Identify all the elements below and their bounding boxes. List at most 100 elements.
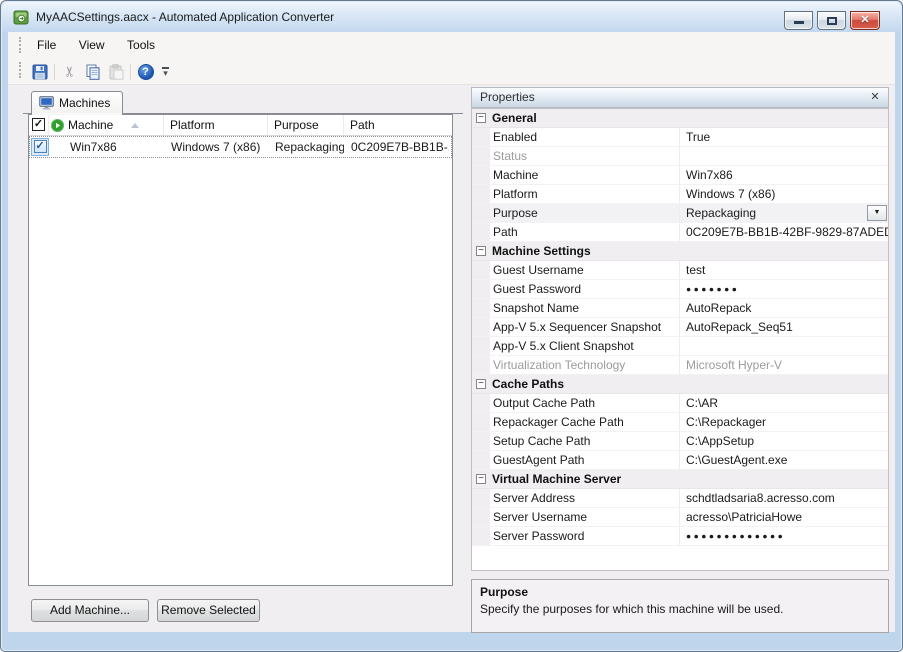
run-status-icon bbox=[51, 119, 64, 132]
property-help-text: Specify the purposes for which this mach… bbox=[480, 602, 880, 616]
property-indent bbox=[472, 432, 490, 450]
property-value[interactable]: C:\AppSetup bbox=[680, 432, 888, 450]
property-value[interactable]: AutoRepack_Seq51 bbox=[680, 318, 888, 336]
toolbar-grip[interactable] bbox=[19, 62, 22, 78]
properties-title: Properties bbox=[480, 90, 535, 104]
property-category[interactable]: −Machine Settings bbox=[472, 242, 888, 261]
property-value[interactable]: Windows 7 (x86) bbox=[680, 185, 888, 203]
property-value[interactable]: Repackaging bbox=[680, 204, 888, 222]
property-row[interactable]: App-V 5.x Client Snapshot bbox=[472, 337, 888, 356]
properties-close-button[interactable]: ✕ bbox=[868, 88, 882, 107]
property-value[interactable]: AutoRepack bbox=[680, 299, 888, 317]
toolbar-overflow-button[interactable]: ▾ bbox=[159, 61, 172, 83]
header-column-purpose[interactable]: Purpose bbox=[268, 115, 344, 135]
collapse-icon[interactable]: − bbox=[476, 246, 486, 256]
property-row[interactable]: PlatformWindows 7 (x86) bbox=[472, 185, 888, 204]
copy-button[interactable] bbox=[81, 61, 104, 83]
property-row[interactable]: Server Password●●●●●●●●●●●●● bbox=[472, 527, 888, 546]
property-label: App-V 5.x Sequencer Snapshot bbox=[490, 318, 680, 336]
category-label: Cache Paths bbox=[492, 375, 564, 393]
property-category[interactable]: −Virtual Machine Server bbox=[472, 470, 888, 489]
property-value[interactable]: True bbox=[680, 128, 888, 146]
tab-machines[interactable]: Machines bbox=[31, 91, 123, 114]
property-label: Path bbox=[490, 223, 680, 241]
property-label: Setup Cache Path bbox=[490, 432, 680, 450]
paste-icon bbox=[108, 64, 124, 80]
property-value[interactable] bbox=[680, 337, 888, 355]
property-value[interactable]: C:\Repackager bbox=[680, 413, 888, 431]
machine-list-row[interactable]: ✓Win7x86Windows 7 (x86)Repackaging0C209E… bbox=[29, 136, 452, 158]
menu-tools[interactable]: Tools bbox=[118, 32, 164, 58]
property-indent bbox=[472, 128, 490, 146]
remove-selected-button[interactable]: Remove Selected bbox=[157, 599, 260, 622]
cut-icon: ✂ bbox=[61, 66, 78, 78]
header-column-path[interactable]: Path bbox=[344, 115, 452, 135]
property-row[interactable]: Repackager Cache PathC:\Repackager bbox=[472, 413, 888, 432]
property-row[interactable]: Output Cache PathC:\AR bbox=[472, 394, 888, 413]
property-value[interactable] bbox=[680, 147, 888, 165]
property-row[interactable]: Server Addressschdtladsaria8.acresso.com bbox=[472, 489, 888, 508]
property-indent bbox=[472, 185, 490, 203]
help-button[interactable]: ? bbox=[134, 61, 157, 83]
property-label: Enabled bbox=[490, 128, 680, 146]
title-bar[interactable]: MyAACSettings.aacx - Automated Applicati… bbox=[2, 2, 901, 32]
property-value[interactable]: Win7x86 bbox=[680, 166, 888, 184]
property-indent bbox=[472, 280, 490, 298]
row-checkbox[interactable]: ✓ bbox=[34, 140, 47, 153]
property-value[interactable]: schdtladsaria8.acresso.com bbox=[680, 489, 888, 507]
collapse-icon[interactable]: − bbox=[476, 113, 486, 123]
collapse-icon[interactable]: − bbox=[476, 474, 486, 484]
property-label: Server Address bbox=[490, 489, 680, 507]
property-value[interactable]: 0C209E7B-BB1B-42BF-9829-87ADED2E8 bbox=[680, 223, 888, 241]
property-category[interactable]: −Cache Paths bbox=[472, 375, 888, 394]
property-row[interactable]: Guest Password●●●●●●● bbox=[472, 280, 888, 299]
property-indent bbox=[472, 489, 490, 507]
property-indent bbox=[472, 337, 490, 355]
property-row[interactable]: Server Usernameacresso\PatriciaHowe bbox=[472, 508, 888, 527]
row-checkbox-cell[interactable]: ✓ bbox=[31, 138, 49, 156]
header-column-platform[interactable]: Platform bbox=[164, 115, 268, 135]
property-row[interactable]: App-V 5.x Sequencer SnapshotAutoRepack_S… bbox=[472, 318, 888, 337]
category-label: Machine Settings bbox=[492, 242, 591, 260]
cell-purpose: Repackaging bbox=[275, 137, 344, 157]
panel-splitter[interactable] bbox=[456, 91, 470, 631]
close-button[interactable]: ✕ bbox=[850, 11, 880, 30]
dropdown-button[interactable]: ▼ bbox=[867, 205, 887, 221]
property-row[interactable]: Path0C209E7B-BB1B-42BF-9829-87ADED2E8 bbox=[472, 223, 888, 242]
property-value[interactable]: test bbox=[680, 261, 888, 279]
menu-bar: File View Tools bbox=[8, 32, 895, 58]
menu-grip[interactable] bbox=[19, 37, 22, 53]
property-value[interactable]: C:\GuestAgent.exe bbox=[680, 451, 888, 469]
property-indent bbox=[472, 394, 490, 412]
select-all-checkbox[interactable]: ✓ bbox=[32, 118, 45, 131]
minimize-button[interactable] bbox=[784, 11, 813, 30]
property-row[interactable]: MachineWin7x86 bbox=[472, 166, 888, 185]
property-value[interactable]: acresso\PatriciaHowe bbox=[680, 508, 888, 526]
property-row[interactable]: EnabledTrue bbox=[472, 128, 888, 147]
property-row[interactable]: Snapshot NameAutoRepack bbox=[472, 299, 888, 318]
property-row[interactable]: PurposeRepackaging▼ bbox=[472, 204, 888, 223]
cut-button: ✂ bbox=[58, 61, 81, 83]
property-row[interactable]: Setup Cache PathC:\AppSetup bbox=[472, 432, 888, 451]
machines-list: ✓ Machine Platform Purpose Path ✓Win7x86… bbox=[28, 114, 453, 586]
save-button[interactable] bbox=[28, 61, 51, 83]
menu-view[interactable]: View bbox=[70, 32, 114, 58]
property-category[interactable]: −General bbox=[472, 109, 888, 128]
property-row[interactable]: Status bbox=[472, 147, 888, 166]
menu-file[interactable]: File bbox=[28, 32, 65, 58]
property-row[interactable]: Virtualization TechnologyMicrosoft Hyper… bbox=[472, 356, 888, 375]
header-column-machine[interactable]: Machine bbox=[49, 115, 164, 135]
property-value[interactable]: ●●●●●●●●●●●●● bbox=[680, 527, 888, 545]
column-label-machine: Machine bbox=[68, 115, 113, 135]
property-value[interactable]: Microsoft Hyper-V bbox=[680, 356, 888, 374]
cell-path: 0C209E7B-BB1B-... bbox=[351, 137, 449, 157]
toolbar-separator bbox=[130, 64, 131, 80]
property-value[interactable]: ●●●●●●● bbox=[680, 280, 888, 298]
collapse-icon[interactable]: − bbox=[476, 379, 486, 389]
add-machine-button[interactable]: Add Machine... bbox=[31, 599, 149, 622]
property-row[interactable]: GuestAgent PathC:\GuestAgent.exe bbox=[472, 451, 888, 470]
header-select-all[interactable]: ✓ bbox=[29, 115, 49, 135]
restore-button[interactable] bbox=[817, 11, 846, 30]
property-row[interactable]: Guest Usernametest bbox=[472, 261, 888, 280]
property-value[interactable]: C:\AR bbox=[680, 394, 888, 412]
